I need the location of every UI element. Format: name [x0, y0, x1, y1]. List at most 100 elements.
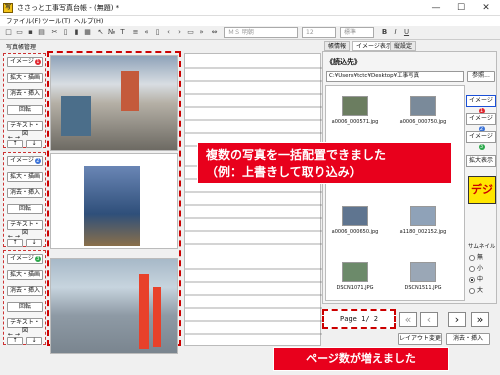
- image-2-select-button[interactable]: イメージ 2: [7, 156, 43, 166]
- save-icon[interactable]: ▪: [26, 28, 35, 37]
- font-style-select[interactable]: 標準: [340, 27, 374, 38]
- folder-path-input[interactable]: C:¥Users¥tctc¥Desktop¥工事写真: [326, 71, 464, 82]
- browse-button[interactable]: 参照...: [467, 71, 495, 82]
- control-group-3: イメージ 3 拡大・描画 消去・挿入 回転 テキスト・図 ← → ↑ ↓: [3, 250, 46, 345]
- text-figure-button[interactable]: テキスト・図: [7, 121, 43, 137]
- underline-icon[interactable]: U: [402, 28, 411, 37]
- digi-logo: デジ: [468, 176, 496, 204]
- page-indicator: Page 1/ 2: [322, 309, 396, 329]
- thumbnail-size-label: サムネイル: [468, 244, 496, 250]
- photo-slot-3[interactable]: [50, 258, 178, 354]
- next-icon[interactable]: ›: [175, 28, 184, 37]
- text-figure-button[interactable]: テキスト・図: [7, 220, 43, 236]
- thumbnail-image[interactable]: [410, 262, 436, 282]
- thumbnail-image[interactable]: [410, 206, 436, 226]
- enlarge-draw-button[interactable]: 拡大・描画: [7, 73, 43, 83]
- control-group-2: イメージ 2 拡大・描画 消去・挿入 回転 テキスト・図 ← → ↑ ↓: [3, 152, 46, 247]
- size-medium-radio[interactable]: 中: [469, 274, 483, 283]
- image-1-button[interactable]: イメージ1: [466, 95, 496, 114]
- font-size-select[interactable]: 12: [302, 27, 336, 38]
- image-3-select-button[interactable]: イメージ 3: [7, 254, 43, 264]
- photo-slot-2[interactable]: [50, 153, 178, 249]
- tab-book-info[interactable]: 帳情報: [324, 41, 351, 51]
- window-title: ささっと工事写真台帳 - (無題) *: [17, 4, 120, 12]
- minimize-button[interactable]: —: [424, 1, 448, 15]
- menu-file[interactable]: ファイル(F): [6, 16, 41, 26]
- photo-slot-1[interactable]: [50, 55, 178, 151]
- image-label: イメージ: [10, 255, 34, 262]
- tab-vertical-settings[interactable]: 縦設定: [390, 41, 417, 51]
- image-3-label: イメージ: [469, 133, 493, 140]
- notes-area[interactable]: [184, 53, 322, 346]
- close-button[interactable]: ✕: [474, 1, 498, 15]
- thumbnail-image[interactable]: [342, 262, 368, 282]
- page-icon[interactable]: ▯: [153, 28, 162, 37]
- thumbnail-caption: a0006_000750.jpg: [399, 119, 447, 125]
- maximize-button[interactable]: ☐: [449, 1, 473, 15]
- thumbnail-caption: a0006_000650.jpg: [331, 229, 379, 235]
- move-down-icon[interactable]: ↓: [26, 337, 42, 345]
- menu-help[interactable]: ヘルプ(H): [74, 16, 103, 26]
- layout-change-button[interactable]: レイアウト変更: [398, 333, 442, 345]
- print-preview-icon[interactable]: ▤: [37, 28, 46, 37]
- print-icon[interactable]: ▦: [83, 28, 92, 37]
- thumbnail-caption: a0006_000571.jpg: [331, 119, 379, 125]
- bold-icon[interactable]: B: [380, 28, 389, 37]
- first-page-icon[interactable]: «: [142, 28, 151, 37]
- image-label: イメージ: [10, 58, 34, 65]
- badge-icon: 3: [34, 255, 41, 262]
- thumbnail-image[interactable]: [342, 206, 368, 226]
- fit-icon[interactable]: ⇔: [210, 28, 219, 37]
- paste-icon[interactable]: ▮: [72, 28, 81, 37]
- open-icon[interactable]: ▭: [15, 28, 24, 37]
- last-page-icon[interactable]: »: [197, 28, 206, 37]
- erase-insert-button[interactable]: 消去・挿入: [7, 286, 43, 296]
- thumbnail-image[interactable]: [342, 96, 368, 116]
- erase-insert-button[interactable]: 消去・挿入: [446, 333, 490, 345]
- erase-insert-button[interactable]: 消去・挿入: [7, 89, 43, 99]
- folder-label: 《読込先》: [326, 58, 361, 66]
- prev-page-button[interactable]: ‹: [420, 312, 438, 327]
- callout-page-increase: ページ数が増えました: [273, 347, 449, 371]
- text-icon[interactable]: T: [118, 28, 127, 37]
- move-up-icon[interactable]: ↑: [7, 140, 23, 148]
- rotate-button[interactable]: 回転: [7, 302, 43, 312]
- enlarge-view-button[interactable]: 拡大表示: [466, 155, 496, 167]
- first-page-button[interactable]: «: [399, 312, 417, 327]
- size-none-radio[interactable]: 無: [469, 252, 483, 261]
- cut-icon[interactable]: ✂: [50, 28, 59, 37]
- image-1-select-button[interactable]: イメージ 1: [7, 57, 43, 67]
- enlarge-draw-button[interactable]: 拡大・描画: [7, 270, 43, 280]
- prev-icon[interactable]: ‹: [164, 28, 173, 37]
- size-small-radio[interactable]: 小: [469, 263, 483, 272]
- enlarge-draw-button[interactable]: 拡大・描画: [7, 172, 43, 182]
- pointer-icon[interactable]: ↖: [96, 28, 105, 37]
- copy-icon[interactable]: ▯: [61, 28, 70, 37]
- number-icon[interactable]: №: [107, 28, 116, 37]
- new-icon[interactable]: □: [4, 28, 13, 37]
- layout-icon[interactable]: ▭: [186, 28, 195, 37]
- thumbnail-image[interactable]: [410, 96, 436, 116]
- text-figure-button[interactable]: テキスト・図: [7, 318, 43, 334]
- next-page-button[interactable]: ›: [448, 312, 466, 327]
- size-none-label: 無: [477, 254, 484, 261]
- rotate-button[interactable]: 回転: [7, 204, 43, 214]
- size-large-radio[interactable]: 大: [469, 285, 483, 294]
- rotate-button[interactable]: 回転: [7, 105, 43, 115]
- control-group-1: イメージ 1 拡大・描画 消去・挿入 回転 テキスト・図 ← → ↑ ↓: [3, 53, 46, 148]
- thumbnail-caption: a1180_002152.jpg: [399, 229, 447, 235]
- last-page-button[interactable]: »: [471, 312, 489, 327]
- italic-icon[interactable]: I: [391, 28, 400, 37]
- menu-tools[interactable]: ツール(T): [42, 16, 71, 26]
- image-3-button[interactable]: イメージ 3: [466, 131, 496, 150]
- move-up-icon[interactable]: ↑: [7, 239, 23, 247]
- move-down-icon[interactable]: ↓: [26, 239, 42, 247]
- align-left-icon[interactable]: ≡: [131, 28, 140, 37]
- move-up-icon[interactable]: ↑: [7, 337, 23, 345]
- callout-line-2: （例：上書きして取り込み）: [206, 165, 362, 179]
- font-select[interactable]: ＭＳ 明朝: [224, 27, 298, 38]
- erase-insert-button[interactable]: 消去・挿入: [7, 188, 43, 198]
- image-2-button[interactable]: イメージ2: [466, 113, 496, 132]
- thumbnail-caption: DSCN1511.JPG: [404, 285, 442, 291]
- move-down-icon[interactable]: ↓: [26, 140, 42, 148]
